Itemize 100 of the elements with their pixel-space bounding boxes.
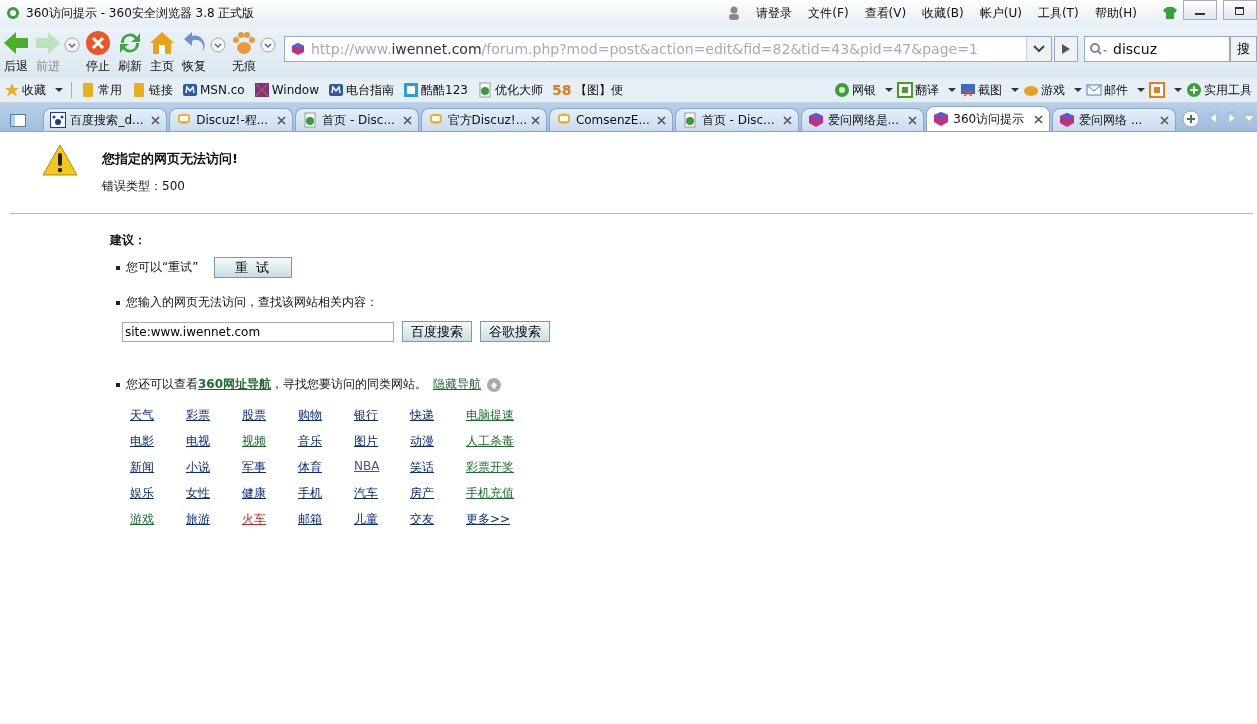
site-link[interactable]: 房产 — [410, 485, 466, 502]
site-link[interactable]: 音乐 — [298, 433, 354, 450]
browser-tab[interactable]: ComsenzE... — [548, 108, 673, 131]
browser-tab[interactable]: 首页 - Disc... — [295, 108, 419, 131]
browser-tab[interactable]: 爱问网络是... — [800, 108, 925, 131]
close-icon[interactable] — [656, 115, 666, 125]
bookmark-item[interactable]: 电台指南 — [328, 81, 395, 99]
site-link[interactable]: 火车 — [242, 511, 298, 528]
paw-button[interactable]: 无痕 — [228, 29, 260, 75]
site-link[interactable]: 电脑提速 — [466, 407, 580, 424]
tool-item[interactable]: 邮件 — [1086, 81, 1128, 99]
menu-item[interactable]: 文件(F) — [808, 4, 849, 22]
menu-item[interactable]: 帐户(U) — [979, 4, 1022, 22]
site-link[interactable]: 购物 — [298, 407, 354, 424]
dropdown-icon[interactable] — [210, 37, 226, 53]
close-icon[interactable] — [1034, 114, 1044, 124]
site-link[interactable]: 游戏 — [130, 511, 186, 528]
dropdown-icon[interactable] — [260, 37, 276, 53]
menu-item[interactable]: 工具(T) — [1037, 4, 1079, 22]
bookmark-item[interactable]: 收藏 — [4, 81, 46, 99]
site-link[interactable]: 人工杀毒 — [466, 433, 580, 450]
browser-tab[interactable]: 百度搜索_d... — [43, 108, 168, 131]
close-icon[interactable] — [151, 115, 161, 125]
minimize-button[interactable] — [1183, 0, 1217, 20]
site-link[interactable]: NBA — [354, 459, 410, 476]
close-icon[interactable] — [1159, 115, 1169, 125]
site-link[interactable]: 手机 — [298, 485, 354, 502]
site-search-input[interactable]: site:www.iwennet.com — [122, 321, 394, 342]
site-link[interactable]: 儿童 — [354, 511, 410, 528]
go-button[interactable] — [1054, 36, 1078, 62]
browser-tab[interactable]: 官方Discuz!... — [420, 108, 547, 131]
site-link[interactable]: 更多>> — [466, 511, 580, 528]
restore-button[interactable] — [1223, 0, 1257, 20]
hide-navigation-link[interactable]: 隐藏导航 — [433, 376, 482, 393]
caret-icon[interactable] — [1074, 87, 1082, 93]
caret-icon[interactable] — [1011, 87, 1019, 93]
tool-item[interactable]: 翻译 — [897, 81, 939, 99]
menu-item[interactable]: 查看(V) — [864, 4, 907, 22]
refresh-button[interactable]: 刷新 — [114, 29, 146, 75]
browser-tab[interactable]: 360访问提示 — [926, 106, 1051, 131]
browser-tab[interactable]: 爱问网络 ... — [1052, 108, 1176, 131]
site-link[interactable]: 彩票 — [186, 407, 242, 424]
caret-icon[interactable] — [55, 87, 63, 93]
search-button[interactable]: 搜 — [1230, 36, 1257, 62]
undo-button[interactable]: 恢复 — [178, 29, 210, 75]
tool-item[interactable]: 网银 — [834, 81, 876, 99]
bookmark-item[interactable]: MSN.co — [182, 82, 245, 98]
site-link[interactable]: 汽车 — [354, 485, 410, 502]
site-link[interactable]: 女性 — [186, 485, 242, 502]
site-link[interactable]: 旅游 — [186, 511, 242, 528]
site-link[interactable]: 娱乐 — [130, 485, 186, 502]
search-engine-button[interactable]: 百度搜索 — [402, 321, 472, 342]
search-field[interactable]: discuz — [1084, 36, 1230, 62]
close-icon[interactable] — [531, 115, 540, 125]
caret-icon[interactable] — [1174, 87, 1182, 93]
close-icon[interactable] — [277, 115, 287, 125]
bookmark-item[interactable]: 58 【图】便 — [551, 81, 624, 99]
bookmark-item[interactable]: 常用 — [80, 81, 122, 99]
bookmark-item[interactable]: 酷酷123 — [403, 81, 468, 99]
site-link[interactable]: 手机充值 — [466, 485, 580, 502]
navigation-link[interactable]: 360网址导航 — [198, 377, 272, 391]
site-link[interactable]: 快递 — [410, 407, 466, 424]
site-link[interactable]: 图片 — [354, 433, 410, 450]
site-link[interactable]: 笑话 — [410, 459, 466, 476]
login-link[interactable]: 请登录 — [756, 4, 793, 22]
site-link[interactable]: 新闻 — [130, 459, 186, 476]
home-button[interactable]: 主页 — [146, 29, 178, 75]
back-button[interactable]: 后退 — [0, 29, 32, 75]
site-link[interactable]: 股票 — [242, 407, 298, 424]
site-link[interactable]: 邮箱 — [298, 511, 354, 528]
site-link[interactable]: 小说 — [186, 459, 242, 476]
retry-button[interactable]: 重 试 — [214, 257, 293, 278]
search-engine-button[interactable]: 谷歌搜索 — [480, 321, 550, 342]
site-link[interactable]: 健康 — [242, 485, 298, 502]
site-link[interactable]: 交友 — [410, 511, 466, 528]
site-link[interactable]: 电视 — [186, 433, 242, 450]
browser-tab[interactable]: 首页 - Disc... — [674, 108, 799, 131]
site-link[interactable]: 彩票开奖 — [466, 459, 580, 476]
caret-icon[interactable] — [1137, 87, 1145, 93]
site-link[interactable]: 军事 — [242, 459, 298, 476]
site-link[interactable]: 天气 — [130, 407, 186, 424]
browser-tab[interactable]: Discuz!-程... — [169, 108, 294, 131]
bookmark-item[interactable]: Window — [253, 82, 320, 98]
close-icon[interactable] — [908, 115, 918, 125]
menu-item[interactable]: 帮助(H) — [1094, 4, 1137, 22]
close-icon[interactable] — [782, 115, 792, 125]
new-tab-button[interactable] — [1181, 110, 1200, 128]
close-icon[interactable] — [402, 115, 412, 125]
caret-icon[interactable] — [885, 87, 893, 93]
site-link[interactable]: 电影 — [130, 433, 186, 450]
site-link[interactable]: 动漫 — [410, 433, 466, 450]
history-dropdown-button[interactable] — [1026, 37, 1051, 61]
site-link[interactable]: 体育 — [298, 459, 354, 476]
shirt-icon[interactable] — [1163, 7, 1177, 19]
stop-button[interactable]: 停止 — [82, 29, 114, 75]
tool-item[interactable]: 游戏 — [1023, 81, 1065, 99]
menu-item[interactable]: 收藏(B) — [922, 4, 964, 22]
bookmark-item[interactable]: 优化大师 — [476, 81, 543, 99]
bookmark-item[interactable]: 链接 — [131, 81, 173, 99]
address-bar[interactable]: http://www.iwennet.com/forum.php?mod=post&action=edit&fid=82&tid=43&pid=47&page=1 — [284, 36, 1052, 62]
